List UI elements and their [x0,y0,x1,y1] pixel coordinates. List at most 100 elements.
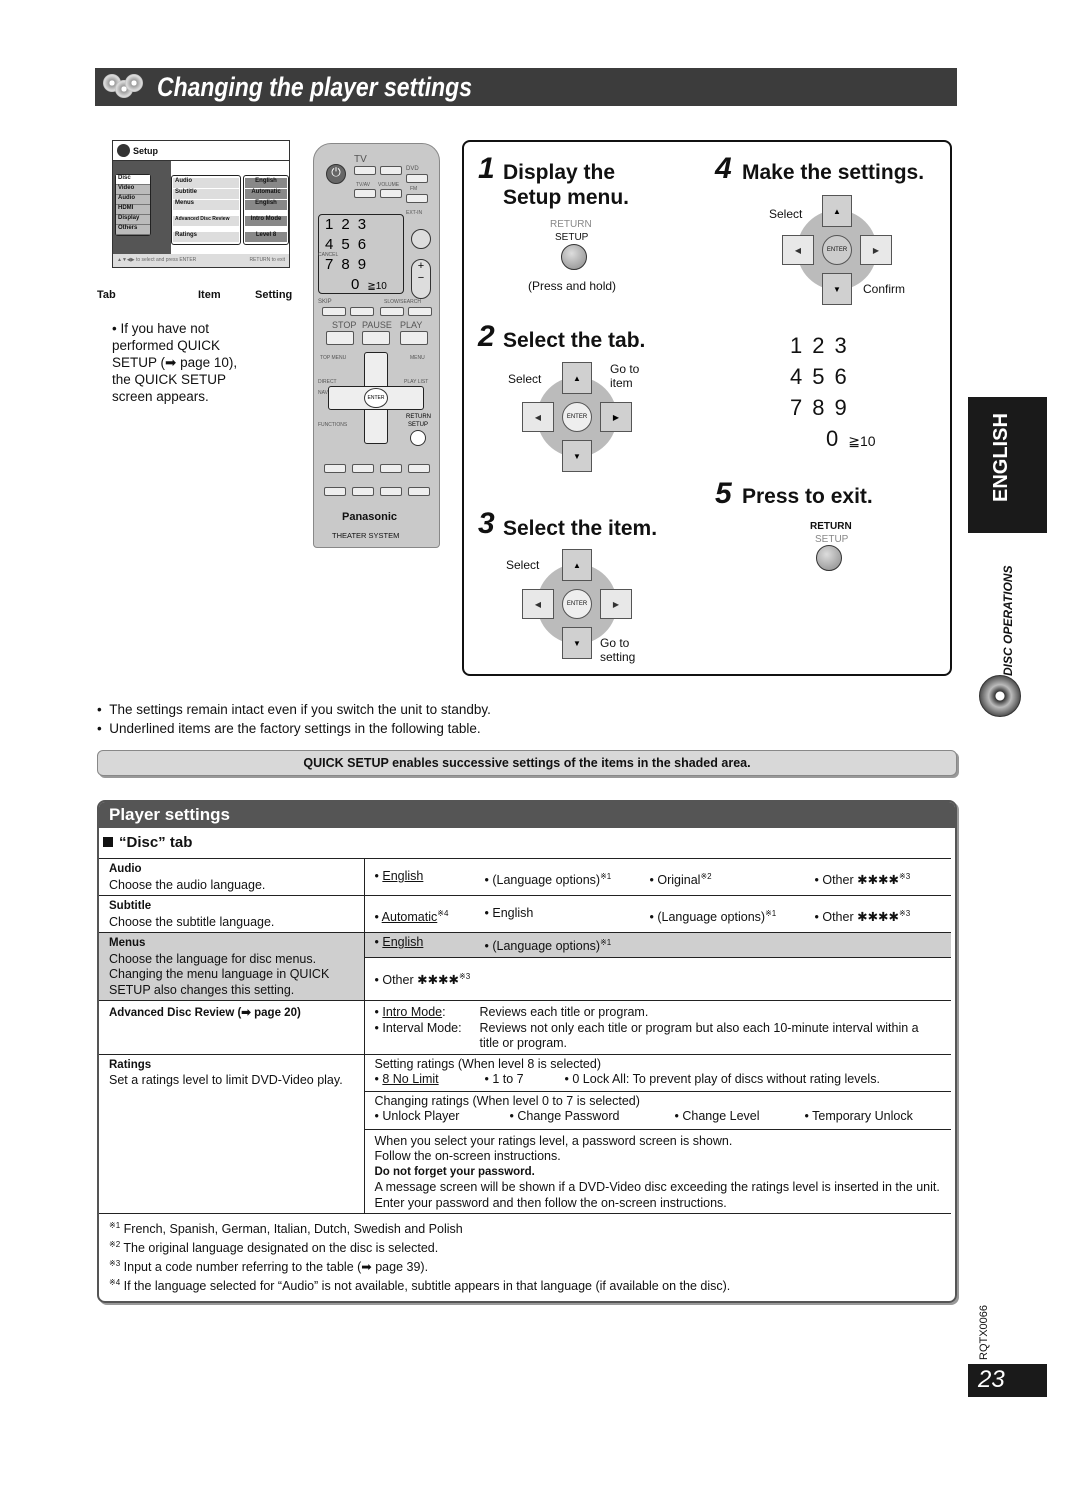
remote-label-stop: STOP [332,320,357,330]
bullet-text: The settings remain intact even if you s… [109,702,491,717]
setup-label: SETUP [555,232,589,243]
num-10plus: ≧10 [367,281,387,292]
num-3: 3 [834,333,857,358]
table-row-subtitle: Subtitle Choose the subtitle language. • … [99,895,951,933]
discs-icon [99,72,149,102]
option: Interval Mode [382,1020,459,1035]
remote-control-illustration: TV DVD ⏻ TV/AV VOLUME FM EXT-IN 123 456 … [313,143,440,548]
label-setting: Setting [255,289,293,301]
num-5: 5 [341,236,358,253]
num-9: 9 [834,395,857,420]
footnote-mark: ※3 [899,872,911,881]
option: Unlock Player [382,1109,460,1123]
remote-label-tv: TV [354,154,367,165]
warning-text: Do not forget your password. [374,1165,535,1178]
setup-screen-header: Setup [133,146,159,156]
brand-logo: Panasonic [342,511,398,523]
item-desc: Choose the subtitle language. [109,914,275,929]
disc-icon [979,675,1021,717]
footnote-mark: ※1 [765,909,777,918]
num-2: 2 [341,216,358,233]
item-desc: Set a ratings level to limit DVD-Video p… [109,1073,343,1087]
remote-label-pause: PAUSE [362,320,392,330]
num-8: 8 [812,395,835,420]
option: (Language options) [657,910,766,925]
tab-hdmi: HDMI [116,205,150,215]
num-10plus: ≧10 [848,433,876,449]
quick-setup-note: • If you have not performed QUICK SETUP … [112,321,238,404]
item-desc: Choose the audio language. [109,877,266,892]
setting: Intro Mode [245,216,287,226]
num-7: 7 [790,395,813,420]
footnotes: ※1 French, Spanish, German, Italian, Dut… [99,1212,951,1299]
info-text: Follow the on-screen instructions. [374,1149,561,1163]
tab-display: Display [116,215,150,225]
option: Automatic [381,910,438,925]
num-4: 4 [790,364,813,389]
remote-label-menu: MENU [410,355,425,361]
step-4-number: 4 [715,152,732,185]
sub-heading: Setting ratings (When level 8 is selecte… [374,1056,602,1071]
footnote-text: The original language designated on the … [123,1241,439,1256]
num-2: 2 [812,333,835,358]
setup-items: Audio Subtitle Menus Advanced Disc Revie… [171,175,241,245]
step-3-title: Select the item. [503,517,658,540]
step-4-title: Make the settings. [742,161,925,184]
footnote-mark: ※4 [437,909,449,918]
settings-table: Audio Choose the audio language. • Englis… [99,858,951,1299]
num-1: 1 [325,216,342,233]
setup-screen-illustration: Setup Disc Video Audio HDMI Display Othe… [112,140,290,268]
footnote-mark: ※2 [109,1240,121,1250]
table-row-audio: Audio Choose the audio language. • Englis… [99,858,951,896]
item: Advanced Disc Review [173,216,239,226]
bullet-text: Underlined items are the factory setting… [109,721,481,736]
remote-label-ext-in: EXT-IN [406,210,423,216]
remote-label-cancel: CANCEL [318,252,339,258]
setup-tabs: Disc Video Audio HDMI Display Others [115,174,151,236]
footnote-mark: ※1 [109,1221,121,1230]
dpad-up-down-icon: ▲ ▼ ◀ ▶ ENTER [522,362,632,472]
language-label: ENGLISH [990,413,1012,502]
option-desc: Reviews each title or program. [479,1005,649,1019]
dpad-enter-icon: ▲ ▼ ◀ ▶ ENTER [782,195,892,305]
footnote-mark: ※3 [109,1259,121,1269]
option: Other ✱✱✱✱ [382,973,459,988]
footnote: ※2 The original language designated on t… [109,1237,941,1256]
language-tab: ENGLISH [968,397,1047,533]
option: Other ✱✱✱✱ [822,873,899,888]
remote-label-play: PLAY [400,320,423,330]
table-row-advanced-disc-review: Advanced Disc Review (➡ page 20) • Intro… [99,1000,951,1054]
remote-label-top-menu: TOP MENU [320,355,347,361]
footnote-mark: ※3 [459,972,471,981]
footnote-mark: ※4 [109,1278,121,1288]
num-8: 8 [341,256,358,273]
setup-icon [117,144,130,157]
setting: English [245,200,287,210]
option: English [492,906,534,920]
info-text: When you select your ratings level, a pa… [374,1133,733,1148]
item-name: Menus [109,937,146,949]
bullet: • The settings remain intact even if you… [97,702,491,717]
disc-tab-heading: “Disc” tab [103,834,192,851]
player-settings-panel: Player settings “Disc” tab Audio Choose t… [97,800,957,1303]
setup-settings: English Automatic English Intro Mode Lev… [243,175,289,245]
tab-video: Video [116,185,150,195]
dpad-up-down-icon: ▲ ▼ ◀ ▶ ENTER [522,549,632,659]
screen-footer-hint: ▲▼◀▶ to select and press ENTER [117,257,197,263]
press-and-hold-caption: (Press and hold) [528,279,617,293]
num-5: 5 [812,364,835,389]
num-0: 0 [351,276,368,293]
item: Audio [173,178,239,188]
return-label: RETURN [810,521,852,532]
footnote: ※4 If the language selected for “Audio” … [109,1275,941,1294]
screen-footer-exit: RETURN to exit [249,257,285,263]
label-tab: Tab [97,289,116,301]
num-1: 1 [790,333,813,358]
return-setup-button [816,545,842,571]
footnote-mark: ※3 [899,909,911,918]
option: (Language options) [492,939,601,954]
option: 0 Lock All: To prevent play of discs wit… [572,1072,880,1086]
footnote-mark: ※2 [700,872,712,881]
option: English [382,869,424,883]
quick-setup-banner: QUICK SETUP enables successive settings … [97,750,957,776]
